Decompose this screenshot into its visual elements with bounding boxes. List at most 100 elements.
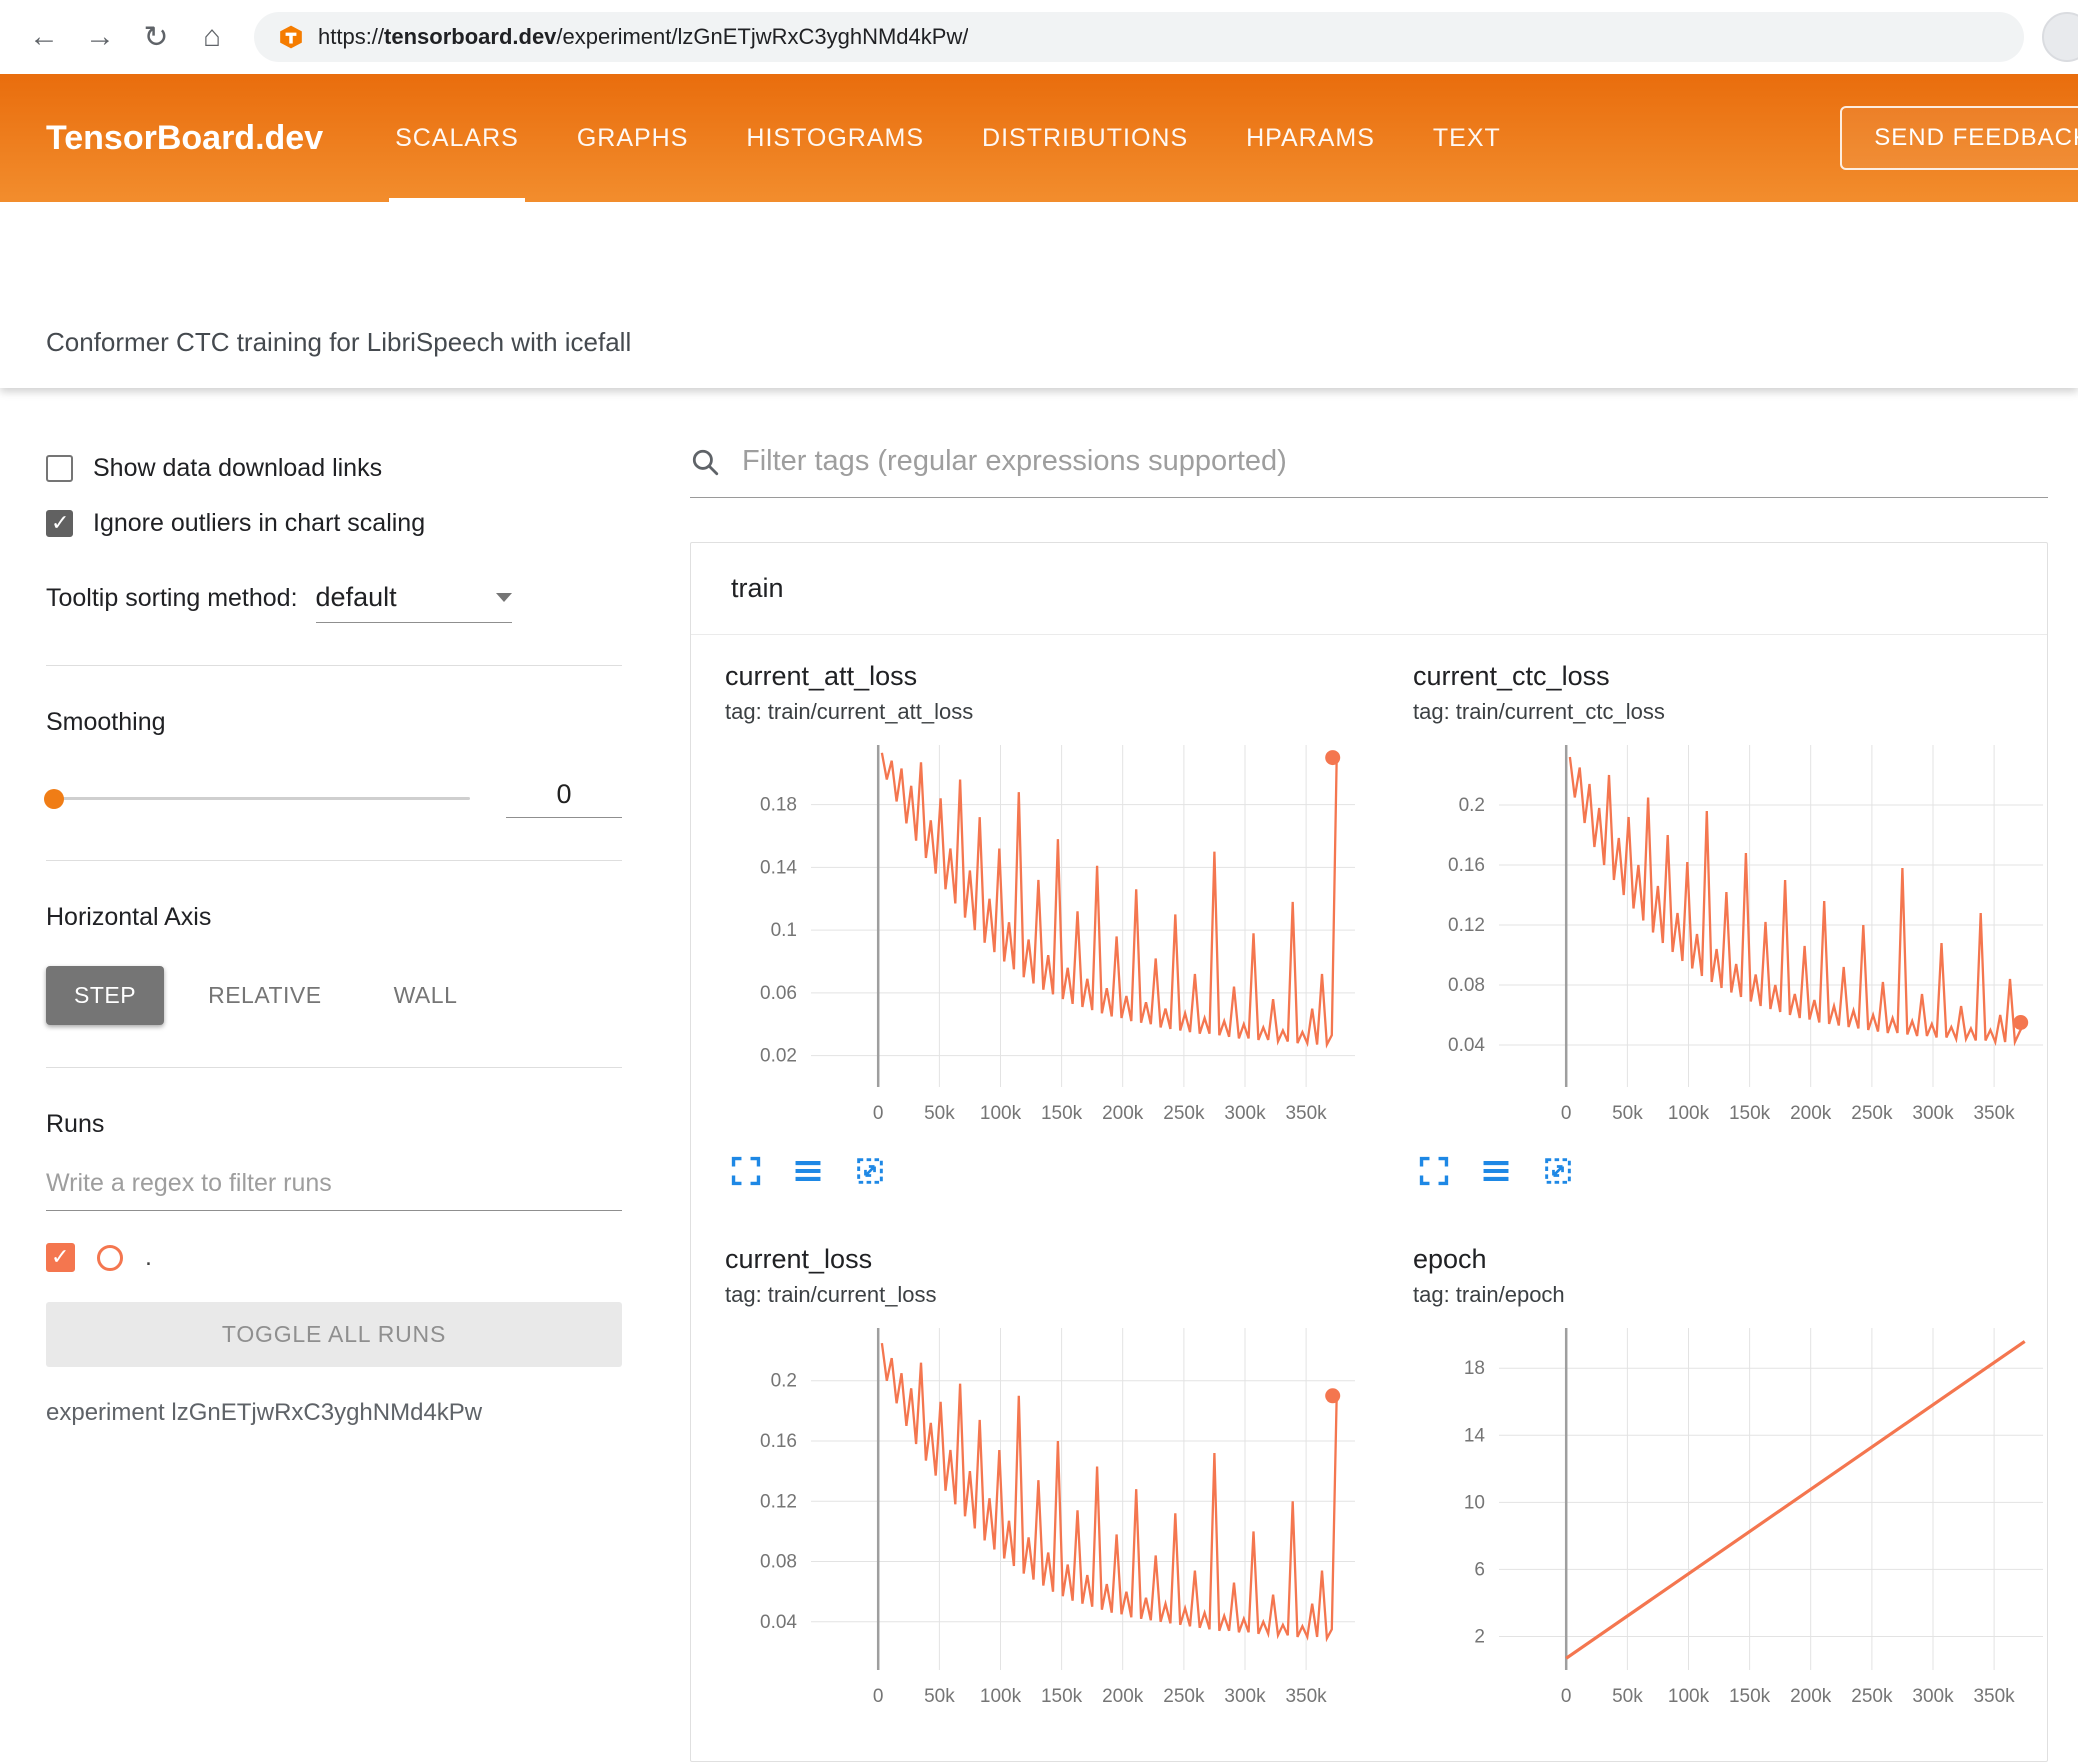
smoothing-value-input[interactable]: 0 (506, 779, 622, 818)
chart-tag: tag: train/current_loss (725, 1282, 937, 1307)
ignore-outliers-checkbox[interactable] (46, 510, 73, 537)
card-title[interactable]: train (691, 543, 2047, 635)
y-tick-label: 0.02 (760, 1046, 797, 1067)
x-tick-label: 50k (924, 1103, 955, 1124)
filter-tags-row (690, 444, 2048, 498)
url-domain: tensorboard.dev (384, 24, 557, 49)
x-tick-label: 300k (1224, 1686, 1266, 1707)
runs-selector-icon[interactable] (791, 1154, 825, 1188)
x-tick-label: 250k (1851, 1686, 1893, 1707)
x-tick-label: 250k (1851, 1103, 1893, 1124)
x-tick-label: 50k (1612, 1103, 1643, 1124)
main-panel: train current_att_loss tag: train/curren… (668, 388, 2078, 1762)
x-tick-label: 200k (1790, 1103, 1832, 1124)
x-tick-label: 350k (1973, 1686, 2015, 1707)
home-icon[interactable]: ⌂ (188, 13, 236, 61)
tooltip-sorting-value: default (315, 582, 397, 612)
x-tick-label: 100k (1668, 1686, 1710, 1707)
tooltip-sorting-row: Tooltip sorting method: default (46, 582, 622, 623)
y-tick-label: 0.18 (760, 795, 797, 816)
chart-title: current_loss (725, 1244, 873, 1274)
profile-avatar[interactable] (2042, 12, 2078, 62)
x-tick-label: 200k (1102, 1103, 1144, 1124)
chart-current-att-loss: current_att_loss tag: train/current_att_… (725, 661, 1365, 1188)
x-tick-label: 50k (1612, 1686, 1643, 1707)
toggle-all-runs-button[interactable]: TOGGLE ALL RUNS (46, 1302, 622, 1367)
tooltip-sorting-select[interactable]: default (315, 582, 512, 623)
tensorboard-favicon (280, 25, 302, 49)
y-tick-label: 6 (1474, 1559, 1485, 1580)
tab-histograms[interactable]: HISTOGRAMS (746, 74, 924, 202)
train-card: train current_att_loss tag: train/curren… (690, 542, 2048, 1762)
chart-title: epoch (1413, 1244, 1487, 1274)
send-feedback-button[interactable]: SEND FEEDBACK (1840, 106, 2078, 170)
tooltip-sorting-label: Tooltip sorting method: (46, 584, 298, 612)
chart-canvas[interactable]: 0.04 0.08 0.12 0.16 0.2 0 50k 100k 150k 200k 250k 3… (1413, 735, 2053, 1138)
chart-canvas[interactable]: 0.04 0.08 0.12 0.16 0.2 0 50k 100k 150k 200k 250k 3… (725, 1318, 1365, 1721)
smoothing-label: Smoothing (46, 708, 166, 736)
y-tick-label: 0.14 (760, 857, 797, 878)
tab-hparams[interactable]: HPARAMS (1246, 74, 1375, 202)
x-tick-label: 300k (1912, 1686, 1954, 1707)
chart-tag: tag: train/current_att_loss (725, 699, 974, 724)
series-line (880, 752, 1338, 1049)
x-tick-label: 0 (873, 1103, 884, 1124)
x-tick-label: 150k (1041, 1103, 1083, 1124)
x-tick-label: 350k (1285, 1686, 1327, 1707)
x-tick-label: 0 (873, 1686, 884, 1707)
chart-svg[interactable]: 2 6 10 14 18 0 50k 100k 150k 200k 250k 300k 350k (1413, 1318, 2053, 1716)
chart-svg[interactable]: 0.04 0.08 0.12 0.16 0.2 0 50k 100k 150k 200k 250k 3… (725, 1318, 1365, 1716)
experiment-subheader: Conformer CTC training for LibriSpeech w… (0, 202, 2078, 388)
chevron-down-icon (495, 593, 512, 602)
divider (46, 860, 622, 861)
divider (46, 665, 622, 666)
tab-distributions[interactable]: DISTRIBUTIONS (982, 74, 1188, 202)
fit-domain-icon[interactable] (1541, 1154, 1575, 1188)
tab-scalars[interactable]: SCALARS (389, 74, 525, 202)
url-path: /experiment/lzGnETjwRxC3yghNMd4kPw/ (556, 24, 969, 49)
tab-graphs[interactable]: GRAPHS (577, 74, 689, 202)
reload-icon[interactable]: ↻ (132, 13, 180, 61)
fit-domain-icon[interactable] (853, 1154, 887, 1188)
chart-canvas[interactable]: 2 6 10 14 18 0 50k 100k 150k 200k 250k 300k 350k (1413, 1318, 2053, 1721)
chart-tag: tag: train/epoch (1413, 1282, 1565, 1307)
y-tick-label: 0.1 (771, 920, 797, 941)
y-tick-label: 0.2 (771, 1371, 797, 1392)
axis-wall-button[interactable]: WALL (366, 966, 486, 1025)
series-line (1565, 1340, 2026, 1660)
last-point-dot (1325, 750, 1341, 766)
last-point-dot (2013, 1015, 2029, 1030)
y-tick-label: 0.16 (1448, 855, 1485, 876)
x-tick-label: 200k (1102, 1686, 1144, 1707)
tab-text[interactable]: TEXT (1433, 74, 1501, 202)
horizontal-axis-buttons: STEP RELATIVE WALL (46, 966, 622, 1025)
chart-current-loss: current_loss tag: train/current_loss 0.0… (725, 1244, 1365, 1721)
smoothing-slider-knob[interactable] (44, 788, 64, 809)
app-logo[interactable]: TensorBoard.dev (46, 74, 323, 202)
chart-canvas[interactable]: 0.02 0.06 0.1 0.14 0.18 0 50k 100k 150k 200k 250k 3… (725, 735, 1365, 1138)
address-bar[interactable]: https://tensorboard.dev/experiment/lzGnE… (254, 12, 2024, 62)
axis-relative-button[interactable]: RELATIVE (180, 966, 350, 1025)
y-tick-label: 0.04 (1448, 1035, 1485, 1056)
y-tick-label: 2 (1474, 1627, 1485, 1648)
chart-svg[interactable]: 0.04 0.08 0.12 0.16 0.2 0 50k 100k 150k 200k 250k 3… (1413, 735, 2053, 1133)
ignore-outliers-label: Ignore outliers in chart scaling (93, 509, 426, 537)
series-line (1568, 756, 2026, 1047)
back-icon[interactable]: ← (20, 13, 68, 61)
app-header: TensorBoard.dev SCALARS GRAPHS HISTOGRAM… (0, 74, 2078, 202)
content: Show data download links Ignore outliers… (0, 388, 2078, 1762)
expand-icon[interactable] (729, 1154, 763, 1188)
y-tick-label: 0.08 (760, 1552, 797, 1573)
runs-selector-icon[interactable] (1479, 1154, 1513, 1188)
filter-tags-input[interactable] (740, 444, 2048, 479)
run-color-icon[interactable] (97, 1244, 123, 1271)
run-checkbox[interactable] (46, 1243, 75, 1272)
forward-icon[interactable]: → (76, 13, 124, 61)
smoothing-slider[interactable] (44, 788, 470, 809)
chart-svg[interactable]: 0.02 0.06 0.1 0.14 0.18 0 50k 100k 150k 200k 250k 3… (725, 735, 1365, 1133)
runs-filter-input[interactable] (46, 1169, 622, 1211)
show-download-links-checkbox[interactable] (46, 455, 73, 482)
expand-icon[interactable] (1417, 1154, 1451, 1188)
series-line (880, 1342, 1338, 1643)
axis-step-button[interactable]: STEP (46, 966, 165, 1025)
